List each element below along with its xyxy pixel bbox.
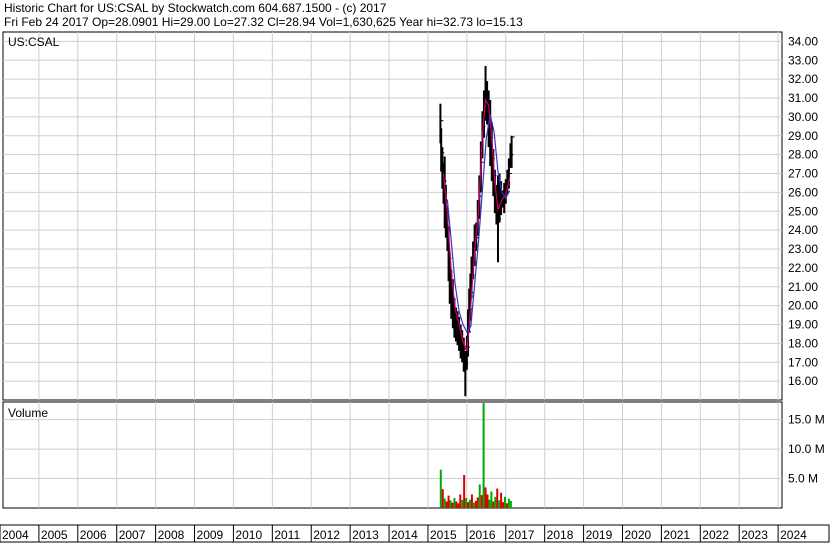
- year-label-2012: 2012: [313, 528, 340, 542]
- volume-bar: [507, 498, 510, 508]
- volume-bar: [490, 491, 493, 508]
- volume-bar: [457, 503, 460, 508]
- volume-bar: [443, 498, 446, 508]
- year-label-2007: 2007: [119, 528, 146, 542]
- year-label-2020: 2020: [624, 528, 651, 542]
- year-label-2018: 2018: [547, 528, 574, 542]
- volume-bar: [494, 496, 497, 508]
- volume-bar: [455, 501, 458, 508]
- year-label-2022: 2022: [702, 528, 729, 542]
- volume-tick-15: 15.0 M: [788, 413, 825, 427]
- year-label-2013: 2013: [352, 528, 379, 542]
- price-tick-23.00: 23.00: [788, 242, 818, 256]
- symbol-label: US:CSAL: [8, 35, 60, 49]
- price-tick-30.00: 30.00: [788, 110, 818, 124]
- volume-bar: [488, 499, 491, 508]
- volume-bar: [484, 487, 487, 508]
- price-tick-24.00: 24.00: [788, 223, 818, 237]
- volume-label: Volume: [8, 406, 48, 420]
- axis-labels: 2004 2005 2006 2007 2008 2009 2010 2011 2012 2013…: [0, 34, 825, 542]
- volume-bar: [496, 488, 499, 508]
- volume-bar: [500, 492, 503, 508]
- year-label-2006: 2006: [80, 528, 107, 542]
- price-tick-16.00: 16.00: [788, 374, 818, 388]
- year-label-2017: 2017: [508, 528, 535, 542]
- volume-bar: [492, 501, 495, 508]
- volume-bar: [465, 497, 468, 508]
- volume-tick-10: 10.0 M: [788, 442, 825, 456]
- price-tick-22.00: 22.00: [788, 261, 818, 275]
- year-label-2023: 2023: [741, 528, 768, 542]
- price-tick-25.00: 25.00: [788, 204, 818, 218]
- volume-bars: [439, 403, 512, 508]
- stock-chart: 2004 2005 2006 2007 2008 2009 2010 2011 2012 2013…: [0, 31, 830, 543]
- price-tick-20.00: 20.00: [788, 299, 818, 313]
- year-label-2015: 2015: [430, 528, 457, 542]
- year-label-2008: 2008: [158, 528, 185, 542]
- year-label-2021: 2021: [663, 528, 690, 542]
- volume-bar: [461, 499, 464, 508]
- volume-bar: [505, 503, 508, 508]
- price-tick-28.00: 28.00: [788, 148, 818, 162]
- volume-bar: [467, 502, 470, 508]
- volume-panel-frame: [2, 401, 783, 509]
- volume-bar: [451, 502, 454, 508]
- volume-bar: [476, 497, 479, 508]
- year-label-2009: 2009: [197, 528, 224, 542]
- volume-bar: [480, 495, 483, 508]
- price-tick-21.00: 21.00: [788, 280, 818, 294]
- volume-bar: [441, 489, 444, 508]
- year-label-2010: 2010: [235, 528, 262, 542]
- volume-bar: [474, 500, 477, 508]
- year-label-2024: 2024: [780, 528, 807, 542]
- volume-bar: [445, 501, 448, 508]
- price-tick-18.00: 18.00: [788, 336, 818, 350]
- year-label-2014: 2014: [391, 528, 418, 542]
- volume-bar: [449, 500, 452, 508]
- volume-bar: [439, 469, 442, 508]
- year-label-2011: 2011: [274, 528, 300, 542]
- volume-bar: [468, 499, 471, 508]
- year-label-2004: 2004: [2, 528, 29, 542]
- volume-bar: [463, 475, 466, 508]
- price-bars: [439, 65, 515, 397]
- price-tick-26.00: 26.00: [788, 185, 818, 199]
- price-tick-27.00: 27.00: [788, 167, 818, 181]
- volume-bar: [478, 484, 481, 508]
- volume-bar: [503, 496, 506, 508]
- volume-bar: [447, 495, 450, 508]
- price-tick-33.00: 33.00: [788, 53, 818, 67]
- volume-bar: [472, 502, 475, 508]
- volume-bar: [509, 500, 512, 508]
- volume-tick-5: 5.0 M: [788, 472, 818, 486]
- year-label-2005: 2005: [41, 528, 68, 542]
- volume-bar: [486, 494, 489, 508]
- price-tick-34.00: 34.00: [788, 34, 818, 48]
- price-tick-19.00: 19.00: [788, 318, 818, 332]
- grid-lines: [3, 32, 782, 508]
- volume-bar: [459, 494, 462, 508]
- volume-bar: [453, 497, 456, 508]
- price-tick-29.00: 29.00: [788, 129, 818, 143]
- price-tick-17.00: 17.00: [788, 355, 818, 369]
- year-label-2019: 2019: [586, 528, 613, 542]
- volume-bar: [482, 403, 485, 508]
- year-label-2016: 2016: [469, 528, 496, 542]
- price-tick-32.00: 32.00: [788, 72, 818, 86]
- price-panel-frame: [2, 31, 783, 401]
- volume-bar: [498, 500, 501, 508]
- price-tick-31.00: 31.00: [788, 91, 818, 105]
- volume-bar: [502, 502, 505, 508]
- volume-bar: [470, 494, 473, 508]
